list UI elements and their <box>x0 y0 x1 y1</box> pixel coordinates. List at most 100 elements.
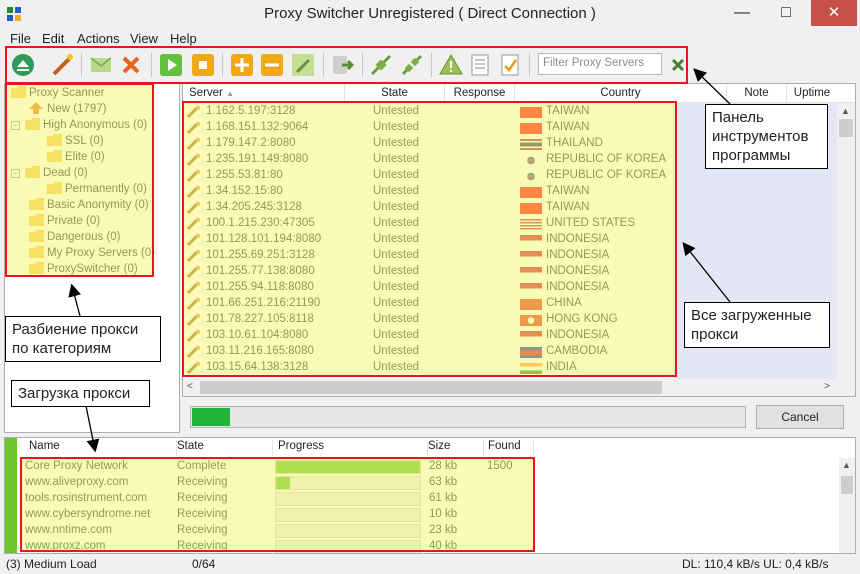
menu-help[interactable]: Help <box>170 31 197 46</box>
server-row[interactable]: 101.78.227.105:8118 Untested HONG KONG <box>183 312 673 328</box>
server-row[interactable]: 103.15.64.138:3128 Untested INDIA <box>183 360 673 376</box>
minimize-button[interactable]: — <box>720 0 764 26</box>
collapse-icon[interactable]: - <box>11 169 20 178</box>
edit-icon[interactable] <box>290 52 316 78</box>
column-country[interactable]: Country <box>515 84 727 102</box>
column-server[interactable]: Server ▲ <box>183 84 345 102</box>
scroll-thumb[interactable] <box>200 381 662 394</box>
tree-item-ssl[interactable]: SSL (0) <box>47 134 104 150</box>
eject-icon[interactable] <box>10 52 36 78</box>
scroll-left-icon[interactable]: < <box>187 381 193 392</box>
disconnect-icon[interactable] <box>399 52 425 78</box>
server-address: 1.168.151.132:9064 <box>206 121 309 133</box>
menu-file[interactable]: File <box>10 31 31 46</box>
download-row[interactable]: www.proxz.com Receiving 40 kb <box>25 539 545 553</box>
remove-icon[interactable] <box>259 52 285 78</box>
server-row[interactable]: 103.11.216.165:8080 Untested CAMBODIA <box>183 344 673 360</box>
folder-icon <box>29 246 44 258</box>
server-address: 101.78.227.105:8118 <box>206 313 314 325</box>
tree-item-new[interactable]: New (1797) <box>29 102 106 118</box>
scroll-up-icon[interactable]: ▲ <box>842 460 851 470</box>
server-row[interactable]: 103.10.61.104:8080 Untested INDONESIA <box>183 328 673 344</box>
server-row[interactable]: 101.66.251.216:21190 Untested CHINA <box>183 296 673 312</box>
server-vertical-scrollbar[interactable]: ▲ <box>837 103 855 379</box>
server-row[interactable]: 101.255.69.251:3128 Untested INDONESIA <box>183 248 673 264</box>
server-row[interactable]: 1.34.152.15:80 Untested TAIWAN <box>183 184 673 200</box>
tree-item-my-proxy-servers[interactable]: My Proxy Servers (0) <box>29 246 155 262</box>
stop-icon[interactable] <box>190 52 216 78</box>
server-country: UNITED STATES <box>546 217 636 229</box>
play-icon[interactable] <box>158 52 184 78</box>
menu-actions[interactable]: Actions <box>77 31 120 46</box>
server-row[interactable]: 1.255.53.81:80 Untested REPUBLIC OF KOREA <box>183 168 673 184</box>
status-count: 0/64 <box>192 557 216 571</box>
tree-item-proxy-scanner[interactable]: Proxy Scanner <box>11 86 104 102</box>
server-state: Untested <box>373 169 420 181</box>
server-row[interactable]: 1.235.191.149:8080 Untested REPUBLIC OF KO… <box>183 152 673 168</box>
tree-item-elite[interactable]: Elite (0) <box>47 150 105 166</box>
tree-item-high-anonymous[interactable]: - High Anonymous (0) <box>11 118 147 134</box>
tree-item-proxyswitcher[interactable]: ProxySwitcher (0) <box>29 262 138 278</box>
scroll-right-icon[interactable]: > <box>824 381 830 392</box>
column-progress[interactable]: Progress <box>278 440 428 456</box>
folder-icon <box>11 86 26 98</box>
server-row[interactable]: 100.1.215.230:47305 Untested UNITED STATES <box>183 216 673 232</box>
download-row[interactable]: Core Proxy Network Complete 28 kb 1500 <box>25 459 545 475</box>
column-dl-state[interactable]: State <box>177 440 273 456</box>
close-button[interactable]: ✕ <box>811 0 857 26</box>
server-row[interactable]: 101.255.77.138:8080 Untested INDONESIA <box>183 264 673 280</box>
column-note[interactable]: Note <box>727 84 787 102</box>
list-icon[interactable] <box>467 52 493 78</box>
scroll-up-icon[interactable]: ▲ <box>841 106 850 116</box>
tree-item-permanently[interactable]: Permanently (0) <box>47 182 147 198</box>
filter-input[interactable]: Filter Proxy Servers <box>538 53 662 75</box>
tree-item-private[interactable]: Private (0) <box>29 214 100 230</box>
server-address: 103.15.64.138:3128 <box>206 361 309 373</box>
maximize-button[interactable]: □ <box>764 0 808 26</box>
column-size[interactable]: Size <box>428 440 484 456</box>
server-row[interactable]: 1.168.151.132:9064 Untested TAIWAN <box>183 120 673 136</box>
server-row[interactable]: 101.128.101.194:8080 Untested INDONESIA <box>183 232 673 248</box>
download-row[interactable]: tools.rosinstrument.com Receiving 61 kb <box>25 491 545 507</box>
column-uptime[interactable]: Uptime <box>787 84 837 102</box>
server-row[interactable]: 1.34.205.245:3128 Untested TAIWAN <box>183 200 673 216</box>
clear-filter-icon[interactable] <box>665 52 691 78</box>
delete-icon[interactable] <box>118 52 144 78</box>
status-load: (3) Medium Load <box>6 557 97 571</box>
tree-item-dead[interactable]: - Dead (0) <box>11 166 88 182</box>
server-row[interactable]: 1.179.147.2:8080 Untested THAILAND <box>183 136 673 152</box>
tree-item-dangerous[interactable]: Dangerous (0) <box>29 230 121 246</box>
cancel-button[interactable]: Cancel <box>756 405 844 429</box>
server-horizontal-scrollbar[interactable]: < > <box>183 379 855 396</box>
column-state[interactable]: State <box>345 84 445 102</box>
country-flag-icon <box>520 203 542 214</box>
export-icon[interactable] <box>330 52 356 78</box>
column-name[interactable]: Name <box>29 440 177 456</box>
add-icon[interactable] <box>229 52 255 78</box>
folder-icon <box>25 118 40 130</box>
server-state: Untested <box>373 121 420 133</box>
column-found[interactable]: Found <box>488 440 534 456</box>
magic-wand-icon[interactable] <box>49 52 75 78</box>
proxy-status-icon <box>186 314 200 327</box>
download-row[interactable]: www.nntime.com Receiving 23 kb <box>25 523 545 539</box>
warning-icon[interactable] <box>438 52 464 78</box>
download-row[interactable]: www.cybersyndrome.net Receiving 10 kb <box>25 507 545 523</box>
scroll-thumb[interactable] <box>839 119 853 137</box>
download-row[interactable]: www.aliveproxy.com Receiving 63 kb <box>25 475 545 491</box>
server-state: Untested <box>373 233 420 245</box>
tree-item-basic-anonymity[interactable]: Basic Anonymity (0) <box>29 198 149 214</box>
scroll-thumb[interactable] <box>841 476 853 494</box>
menu-view[interactable]: View <box>130 31 158 46</box>
connect-icon[interactable] <box>368 52 394 78</box>
checklist-icon[interactable] <box>497 52 523 78</box>
server-row[interactable]: 101.255.94.118:8080 Untested INDONESIA <box>183 280 673 296</box>
column-response[interactable]: Response <box>445 84 515 102</box>
download-vertical-scrollbar[interactable]: ▲ <box>839 458 855 553</box>
envelope-icon[interactable] <box>88 52 114 78</box>
proxy-status-icon <box>186 282 200 295</box>
server-address: 101.255.69.251:3128 <box>206 249 315 261</box>
collapse-icon[interactable]: - <box>11 121 20 130</box>
menu-edit[interactable]: Edit <box>42 31 64 46</box>
server-row[interactable]: 1.162.5.197:3128 Untested TAIWAN <box>183 104 673 120</box>
